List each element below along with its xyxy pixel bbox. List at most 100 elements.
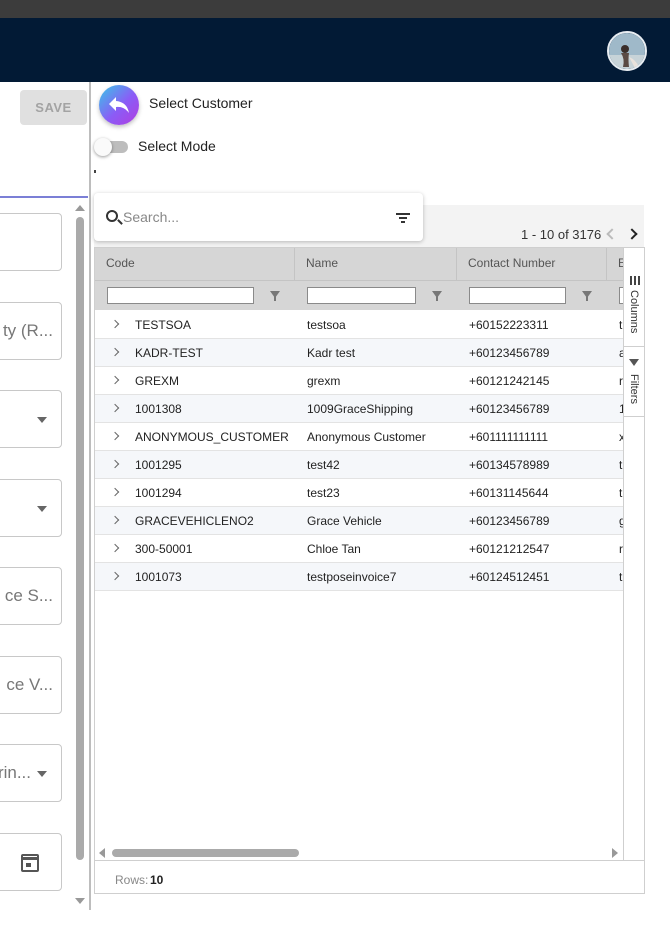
reply-arrow-icon [109, 97, 129, 113]
search-icon [106, 210, 118, 222]
form-select-3[interactable] [0, 390, 62, 448]
columns-tool-tab[interactable]: Columns [624, 263, 644, 347]
contact-filter-input[interactable] [469, 287, 566, 304]
table-row[interactable]: 1001295 test42 +60134578989 t [95, 451, 624, 479]
cell-code: 1001294 [135, 486, 182, 500]
grid-footer: Rows: 10 [95, 860, 644, 893]
filters-tab-label: Filters [628, 374, 640, 404]
cell-name: testposeinvoice7 [307, 570, 397, 584]
rows-label: Rows: [115, 873, 149, 887]
cell-code: 1001308 [135, 402, 182, 416]
cell-code: ANONYMOUS_CUSTOMER [135, 430, 289, 444]
expand-chevron-icon[interactable] [110, 347, 120, 357]
scrollbar-thumb[interactable] [112, 849, 299, 857]
column-header-code[interactable]: Code [95, 248, 295, 280]
user-avatar[interactable] [607, 31, 647, 71]
cell-contact: +60123456789 [469, 402, 550, 416]
table-row[interactable]: 10013081009GraceShipping+601234567891 [95, 395, 625, 423]
expand-chevron-icon[interactable] [110, 571, 120, 581]
expand-chevron-icon[interactable] [110, 403, 120, 413]
save-button[interactable]: SAVE [20, 90, 87, 125]
customer-grid: Code Name Contact Number E TESTSOA testso… [94, 247, 645, 894]
column-header-e[interactable]: E [607, 248, 624, 280]
cell-code: GRACEVEHICLENO2 [135, 514, 254, 528]
cell-code: 1001295 [135, 458, 182, 472]
form-field-5-text: ce S... [4, 586, 53, 605]
cell-code: KADR-TEST [135, 346, 204, 360]
top-navbar [0, 18, 670, 82]
form-field-6-text: ce V... [6, 675, 53, 694]
expand-chevron-icon[interactable] [110, 515, 120, 525]
cell-contact: +601111111111 [469, 430, 549, 444]
dialog-title: Select Customer [149, 95, 253, 111]
expand-chevron-icon[interactable] [110, 375, 120, 385]
expand-chevron-icon[interactable] [110, 319, 120, 329]
form-field-6[interactable]: ce V... [0, 656, 62, 714]
scroll-down-arrow-icon[interactable] [75, 898, 85, 904]
cell-code: 1001073 [135, 570, 182, 584]
form-scrollbar[interactable] [75, 205, 85, 907]
form-date-field[interactable] [0, 833, 62, 891]
filters-tool-tab[interactable]: Filters [624, 347, 644, 417]
cell-contact: +60124512451 [469, 570, 550, 584]
select-mode-toggle[interactable] [94, 138, 130, 156]
columns-icon [630, 276, 640, 285]
form-field-1[interactable] [0, 213, 62, 271]
cell-name: testsoa [307, 318, 346, 332]
form-field-2[interactable]: ty (R... [0, 302, 62, 360]
cell-contact: +60121212547 [469, 542, 550, 556]
form-field-5[interactable]: ce S... [0, 567, 62, 625]
cell-contact: +60123456789 [469, 346, 550, 360]
cell-contact: +60134578989 [469, 458, 550, 472]
form-select-7-text: rin... [0, 763, 31, 782]
form-select-7[interactable]: rin... [0, 744, 62, 802]
table-row[interactable]: 1001073 testposeinvoice7 +60124512451 t [95, 563, 624, 591]
funnel-icon[interactable] [432, 291, 442, 301]
table-row[interactable]: GREXM grexm +60121242145 r [95, 367, 624, 395]
cell-code: 300-50001 [135, 542, 193, 556]
cell-name: grexm [307, 374, 341, 388]
scroll-right-arrow-icon[interactable] [612, 848, 618, 858]
table-row[interactable]: ANONYMOUS_CUSTOMER Anonymous Customer +601… [95, 423, 625, 451]
select-mode-label: Select Mode [138, 138, 216, 154]
scroll-left-arrow-icon[interactable] [99, 848, 105, 858]
name-filter-input[interactable] [307, 287, 416, 304]
active-tab-indicator [0, 196, 88, 198]
form-select-4[interactable] [0, 479, 62, 537]
back-button[interactable] [99, 85, 139, 125]
expand-chevron-icon[interactable] [110, 543, 120, 553]
browser-top-strip [0, 0, 670, 18]
calendar-icon[interactable] [21, 854, 39, 872]
search-box [94, 193, 423, 241]
grid-horizontal-scrollbar[interactable] [95, 846, 624, 860]
cell-name: test42 [307, 458, 340, 472]
search-input[interactable] [123, 206, 373, 228]
toggle-knob [94, 138, 112, 156]
filter-list-icon[interactable] [396, 213, 410, 223]
table-row[interactable]: 300-50001 Chloe Tan +60121212547 r [95, 535, 624, 563]
form-field-2-text: ty (R... [2, 321, 53, 340]
table-row[interactable]: TESTSOA testsoa +60152223311 t [95, 311, 624, 339]
column-header-name[interactable]: Name [295, 248, 457, 280]
funnel-icon[interactable] [582, 291, 592, 301]
expand-chevron-icon[interactable] [110, 431, 120, 441]
table-row[interactable]: 1001294 test23 +60131145644 t [95, 479, 624, 507]
table-row[interactable]: KADR-TESTKadr test+60123456789a [95, 339, 625, 367]
cell-name: Kadr test [307, 346, 356, 360]
cell-name: Grace Vehicle [307, 514, 382, 528]
cell-name: Anonymous Customer [307, 430, 426, 444]
dropdown-caret-icon [37, 506, 47, 512]
column-header-contact[interactable]: Contact Number [457, 248, 607, 280]
expand-chevron-icon[interactable] [110, 487, 120, 497]
expand-chevron-icon[interactable] [110, 459, 120, 469]
code-filter-input[interactable] [107, 287, 254, 304]
scrollbar-thumb[interactable] [76, 217, 84, 860]
cell-contact: +60131145644 [469, 486, 549, 500]
cell-contact: +60121242145 [469, 374, 550, 388]
columns-tab-label: Columns [628, 290, 640, 334]
cell-name: test23 [307, 486, 340, 500]
funnel-icon[interactable] [270, 291, 280, 301]
table-row[interactable]: GRACEVEHICLENO2 Grace Vehicle +60123456789… [95, 507, 625, 535]
stray-mark [94, 170, 96, 173]
scroll-up-arrow-icon[interactable] [75, 205, 85, 211]
